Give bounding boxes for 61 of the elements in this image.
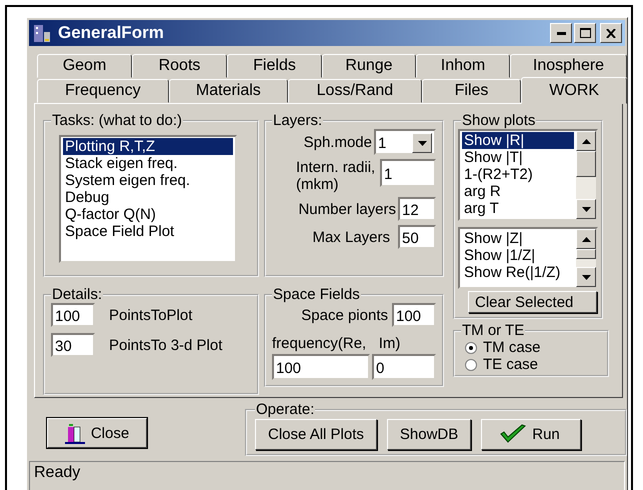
- field-label: Max Layers: [312, 228, 390, 246]
- list-item[interactable]: Stack eigen freq.: [63, 155, 233, 172]
- group-label: Tasks: (what to do:): [51, 113, 184, 129]
- input-field[interactable]: 1: [380, 159, 436, 187]
- list-item[interactable]: 1-(R2+T2): [462, 166, 574, 183]
- field-label: PointsToPlot: [109, 306, 192, 324]
- plots-list[interactable]: Show |R| Show |T| 1-(R2+T2) arg R arg T: [458, 129, 598, 221]
- group-label: Space Fields: [272, 287, 361, 303]
- tab[interactable]: Fields: [227, 54, 322, 78]
- tab[interactable]: Runge: [322, 54, 416, 78]
- dropdown[interactable]: 1: [374, 129, 436, 155]
- field-label: frequency(Re, Im): [272, 335, 402, 352]
- list-item[interactable]: Show Re(|1/Z): [462, 264, 574, 281]
- tab[interactable]: Geom: [37, 54, 132, 78]
- field-label: Intern. radii,(mkm): [296, 159, 376, 193]
- radio-label: TM case: [483, 339, 541, 356]
- group-label: Operate:: [255, 402, 316, 418]
- group-label: Details:: [51, 287, 104, 303]
- list-item[interactable]: Plotting R,T,Z: [63, 138, 233, 155]
- group-label: TM or TE: [461, 323, 526, 339]
- tab[interactable]: Loss/Rand: [288, 79, 422, 103]
- input-field[interactable]: 100: [272, 354, 370, 380]
- operate-button[interactable]: ShowDB: [386, 418, 472, 450]
- input-field[interactable]: 100: [51, 303, 95, 327]
- list-item[interactable]: Show |Z|: [462, 230, 574, 247]
- field-label: Space pionts: [301, 306, 388, 324]
- tab[interactable]: Inhom: [416, 54, 510, 78]
- list-item[interactable]: Show |T|: [462, 149, 574, 166]
- clear-selected-button[interactable]: Clear Selected: [468, 291, 597, 313]
- status-bar: Ready: [29, 461, 625, 490]
- field-label: Sph.mode: [304, 134, 372, 150]
- tab[interactable]: Files: [422, 79, 522, 103]
- list-item[interactable]: Show |R|: [462, 132, 574, 149]
- field-label: PointsTo 3-d Plot: [109, 336, 222, 354]
- input-field[interactable]: 0: [372, 354, 436, 380]
- input-field[interactable]: 30: [51, 333, 95, 357]
- tab[interactable]: Frequency: [37, 79, 169, 103]
- list-item[interactable]: Q-factor Q(N): [63, 206, 233, 223]
- list-item[interactable]: arg R: [462, 183, 574, 200]
- input-field[interactable]: 50: [398, 225, 436, 249]
- group-label: Layers:: [272, 113, 324, 129]
- group-label: Show plots: [461, 113, 536, 129]
- list-item[interactable]: arg T: [462, 200, 574, 217]
- input-field[interactable]: 12: [398, 197, 436, 221]
- tab[interactable]: Roots: [132, 54, 227, 78]
- operate-button[interactable]: Close All Plots: [255, 418, 377, 450]
- tab[interactable]: Materials: [168, 79, 288, 103]
- tab[interactable]: Inosphere: [510, 54, 627, 78]
- field-label: Number layers: [298, 200, 396, 218]
- list-item[interactable]: System eigen freq.: [63, 172, 233, 189]
- list-item[interactable]: Space Field Plot: [63, 223, 233, 240]
- plots-list[interactable]: Show |Z| Show |1/Z| Show Re(|1/Z): [458, 227, 598, 289]
- operate-button[interactable]: Run: [481, 418, 581, 450]
- close-app-button[interactable]: Close: [47, 418, 147, 448]
- radio-label: TE case: [483, 356, 538, 373]
- input-field[interactable]: 100: [392, 303, 436, 327]
- list-item[interactable]: Debug: [63, 189, 233, 206]
- list-item[interactable]: Show |1/Z|: [462, 247, 574, 264]
- tasks-list[interactable]: Plotting R,T,Z Stack eigen freq. System eigen freq. Debug Q-factor Q(N) Space Field Plot: [59, 135, 237, 263]
- window-title: GeneralForm: [58, 23, 165, 43]
- tab[interactable]: WORK: [521, 77, 627, 104]
